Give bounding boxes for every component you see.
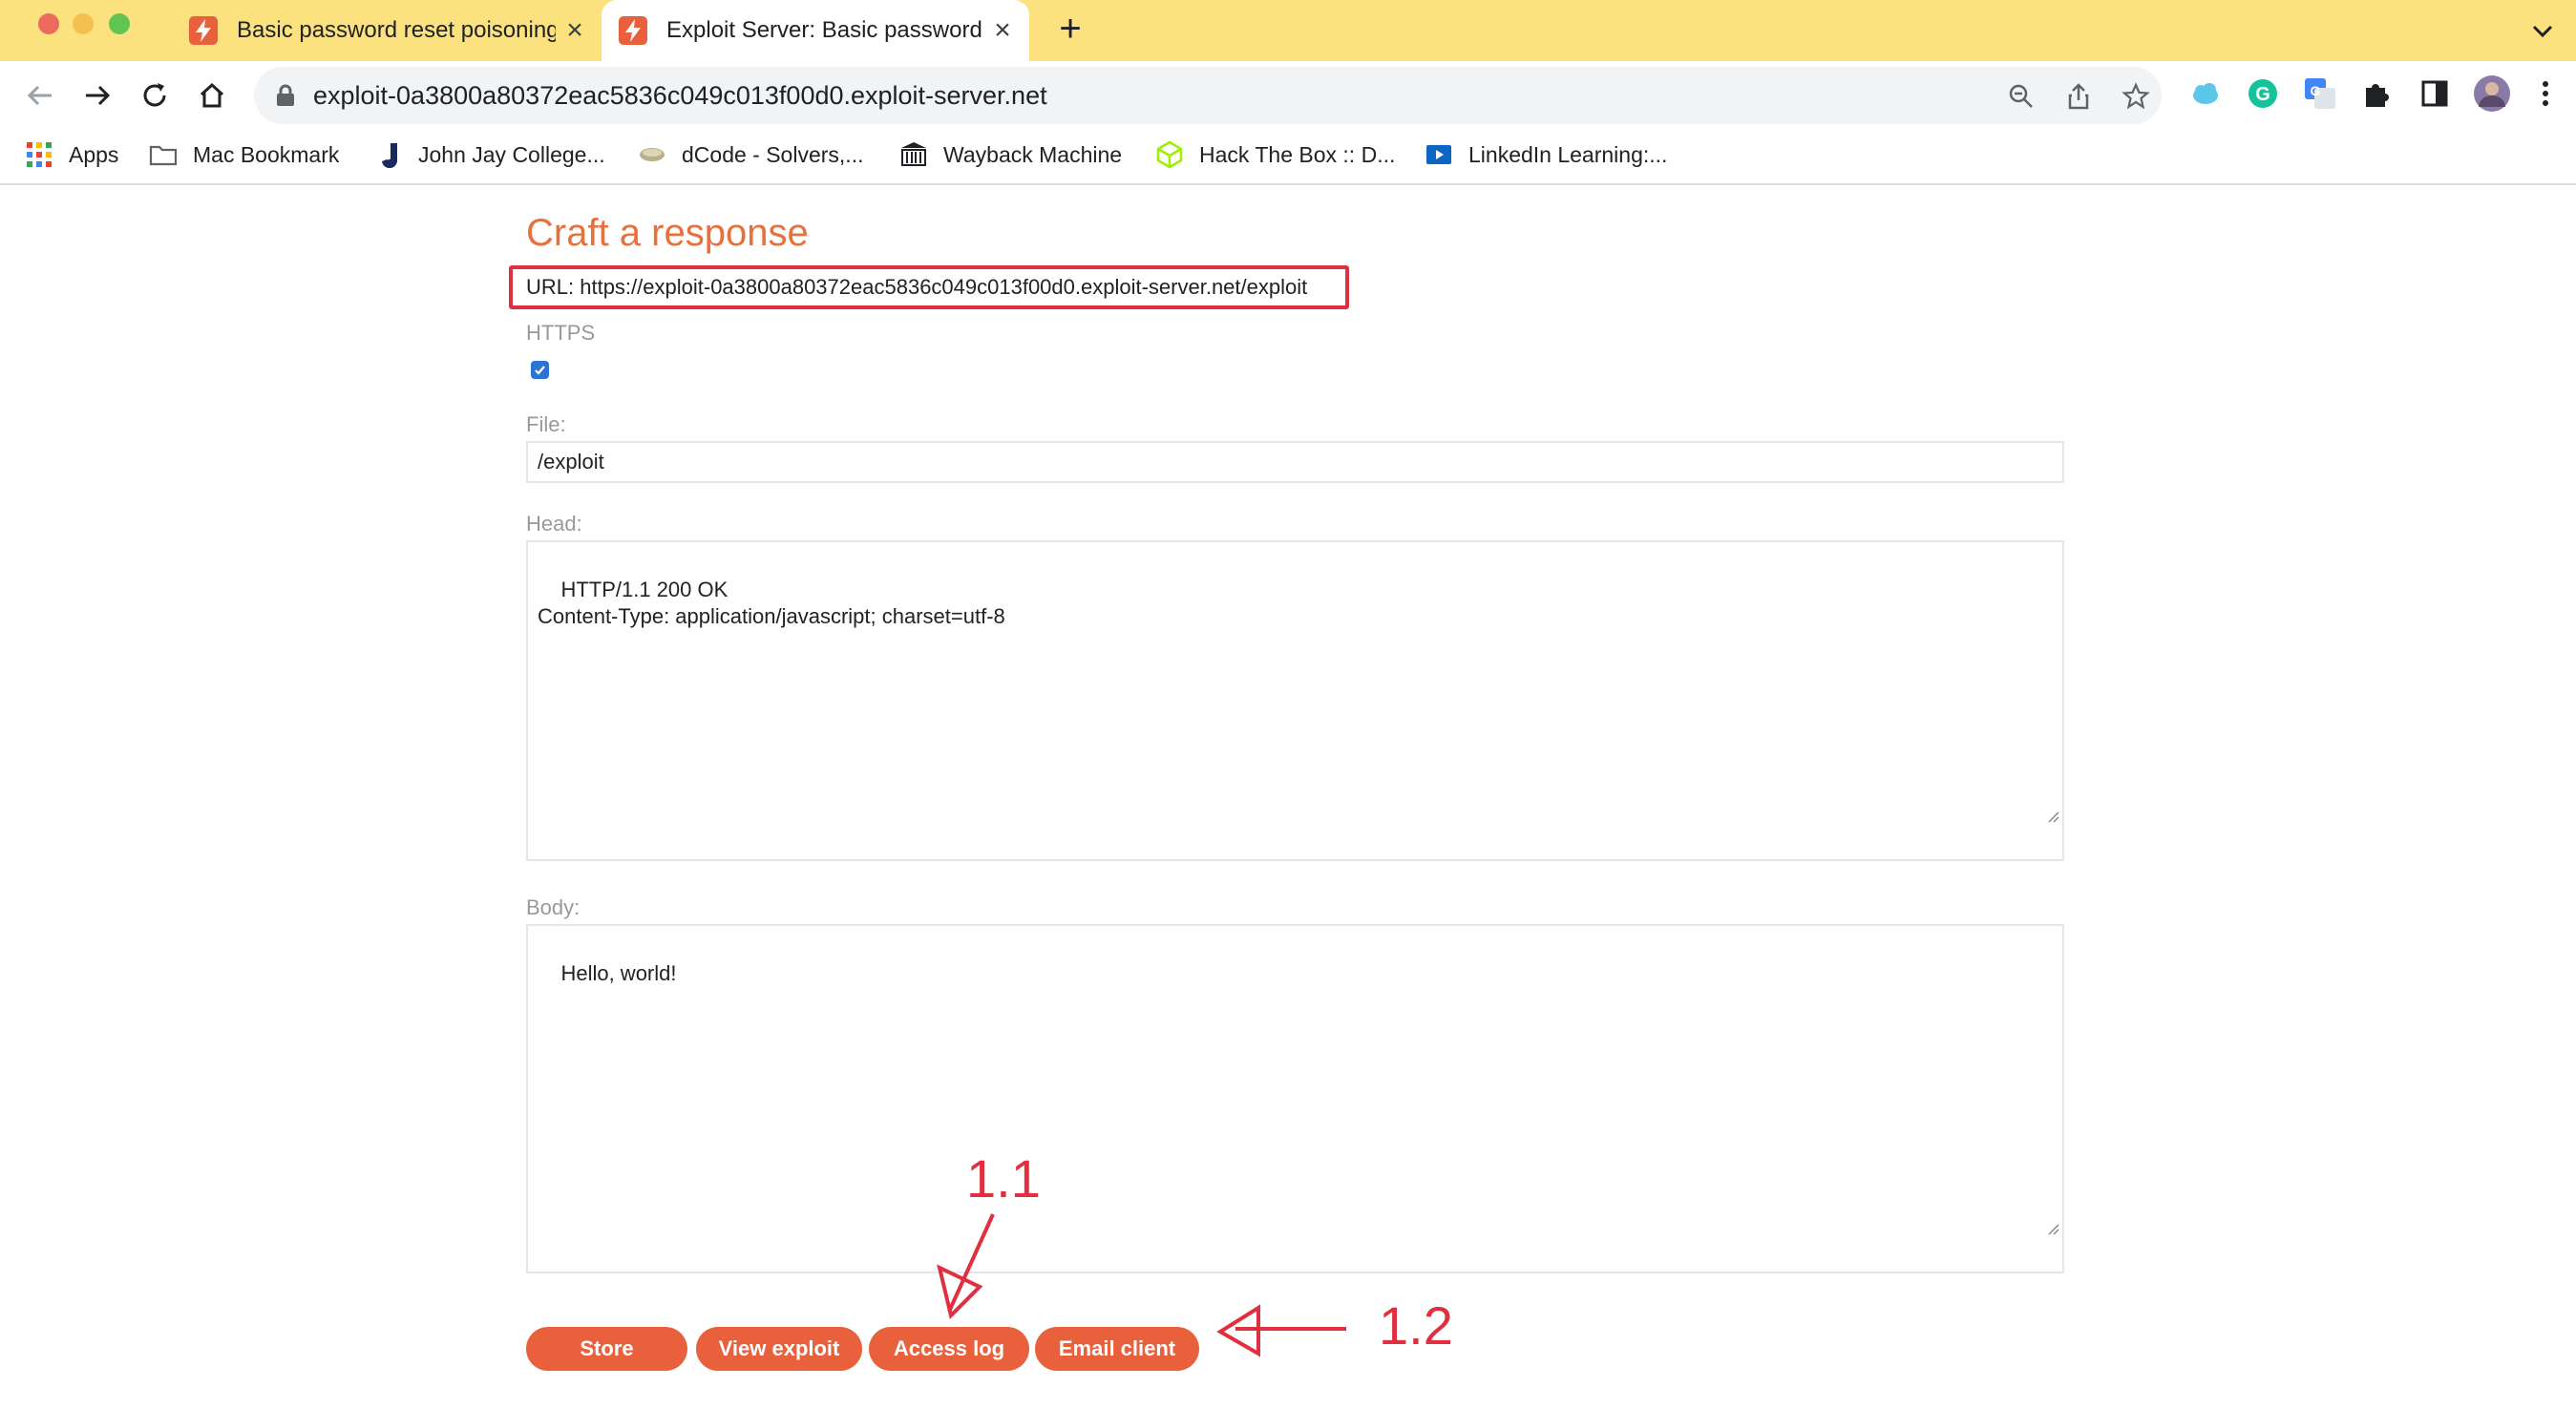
address-text[interactable]: exploit-0a3800a80372eac5836c049c013f00d0…: [313, 81, 1047, 111]
extension-cloud-icon[interactable]: [2188, 76, 2223, 111]
google-translate-icon[interactable]: G: [2303, 76, 2337, 111]
home-icon[interactable]: [193, 76, 231, 115]
chevron-down-icon[interactable]: [2528, 17, 2557, 46]
bookmark-star-icon[interactable]: [2122, 82, 2150, 111]
dcode-icon: [638, 140, 666, 169]
forward-arrow-icon[interactable]: [78, 76, 116, 115]
bookmark-label: Hack The Box :: D...: [1199, 141, 1396, 167]
bookmark-apps[interactable]: Apps: [25, 136, 118, 174]
tab-lab[interactable]: Basic password reset poisoning ×: [172, 0, 602, 61]
tab-title: Exploit Server: Basic password reset poi…: [666, 17, 983, 43]
close-tab-icon[interactable]: ×: [556, 14, 594, 47]
new-tab-button[interactable]: +: [1050, 10, 1090, 50]
bookmark-linkedin-learning[interactable]: LinkedIn Learning:...: [1425, 136, 1667, 174]
close-window-button[interactable]: [38, 13, 59, 34]
side-panel-icon[interactable]: [2418, 76, 2452, 111]
arrow-to-access-log: [937, 1213, 995, 1319]
reload-icon[interactable]: [136, 76, 174, 115]
bookmark-label: Apps: [69, 141, 119, 167]
portswigger-icon: [619, 16, 647, 45]
bookmark-label: Mac Bookmark: [193, 141, 340, 167]
htb-icon: [1155, 140, 1184, 169]
svg-text:G: G: [2255, 84, 2270, 105]
apps-grid-icon: [25, 140, 53, 169]
bookmark-john-jay[interactable]: John Jay College...: [374, 136, 605, 174]
extensions-puzzle-icon[interactable]: [2360, 76, 2395, 111]
svg-text:G: G: [2311, 83, 2321, 98]
wayback-icon: [899, 140, 928, 169]
exploit-server-page: Craft a response URL: https://exploit-0a…: [0, 187, 2576, 1409]
back-arrow-icon[interactable]: [21, 76, 59, 115]
browser-toolbar: exploit-0a3800a80372eac5836c049c013f00d0…: [0, 61, 2576, 128]
bookmarks-bar: Apps Mac Bookmark John Jay College... dC…: [0, 128, 2576, 185]
zoom-icon[interactable]: [2007, 82, 2036, 111]
folder-icon: [149, 140, 178, 169]
profile-avatar[interactable]: [2473, 74, 2511, 113]
tab-strip: Basic password reset poisoning × Exploit…: [0, 0, 2576, 61]
grammarly-icon[interactable]: G: [2246, 76, 2280, 111]
share-icon[interactable]: [2064, 82, 2093, 111]
maximize-window-button[interactable]: [109, 13, 130, 34]
annotation-arrows: [937, 1213, 1346, 1357]
bookmark-label: dCode - Solvers,...: [682, 141, 864, 167]
tab-exploit-server[interactable]: Exploit Server: Basic password reset poi…: [602, 0, 1029, 61]
bookmark-hack-the-box[interactable]: Hack The Box :: D...: [1155, 136, 1395, 174]
portswigger-icon: [189, 16, 218, 45]
bookmark-mac-bookmark[interactable]: Mac Bookmark: [149, 136, 339, 174]
more-options-icon[interactable]: [2536, 76, 2555, 111]
arrow-to-email-client: [1216, 1304, 1346, 1357]
bookmark-label: LinkedIn Learning:...: [1468, 141, 1668, 167]
tab-title: Basic password reset poisoning: [237, 17, 556, 43]
bookmark-label: Wayback Machine: [943, 141, 1123, 167]
lock-icon[interactable]: [275, 84, 296, 112]
bookmark-dcode[interactable]: dCode - Solvers,...: [638, 136, 863, 174]
close-tab-icon[interactable]: ×: [983, 14, 1022, 47]
john-jay-icon: [374, 140, 403, 169]
bookmark-wayback-machine[interactable]: Wayback Machine: [899, 136, 1122, 174]
address-bar[interactable]: exploit-0a3800a80372eac5836c049c013f00d0…: [254, 67, 2162, 124]
linkedin-learning-icon: [1425, 140, 1453, 169]
minimize-window-button[interactable]: [73, 13, 94, 34]
bookmark-label: John Jay College...: [418, 141, 605, 167]
